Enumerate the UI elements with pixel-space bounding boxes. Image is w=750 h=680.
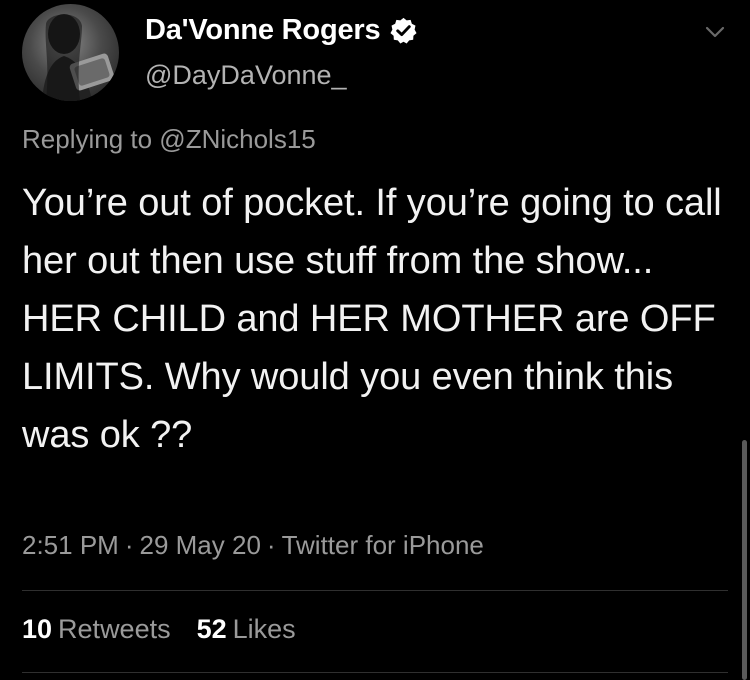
tweet-source[interactable]: Twitter for iPhone	[282, 530, 484, 560]
retweets-count: 10	[22, 614, 53, 644]
tweet[interactable]: Da'Vonne Rogers @DayDaVonne_ Replying to…	[0, 0, 750, 680]
divider	[22, 672, 728, 673]
verified-badge-icon	[390, 17, 417, 44]
author-handle[interactable]: @DayDaVonne_	[145, 60, 418, 91]
chevron-down-icon[interactable]	[702, 22, 728, 42]
tweet-text: You’re out of pocket. If you’re going to…	[22, 182, 722, 456]
tweet-header: Da'Vonne Rogers @DayDaVonne_	[22, 4, 728, 104]
likes-count: 52	[196, 614, 227, 644]
display-name-row: Da'Vonne Rogers	[145, 12, 418, 48]
avatar[interactable]	[22, 4, 119, 101]
retweets-stat[interactable]: 10 Retweets	[22, 614, 171, 645]
tweet-time: 2:51 PM	[22, 530, 119, 560]
likes-label: Likes	[232, 614, 296, 644]
replying-to[interactable]: Replying to @ZNichols15	[22, 124, 316, 155]
display-name[interactable]: Da'Vonne Rogers	[145, 14, 381, 47]
meta-separator: ·	[124, 530, 134, 560]
divider	[22, 590, 728, 591]
scrollbar[interactable]	[742, 440, 747, 680]
meta-separator: ·	[266, 530, 276, 560]
tweet-stats: 10 Retweets 52 Likes	[22, 614, 322, 645]
tweet-metadata: 2:51 PM · 29 May 20 · Twitter for iPhone	[22, 530, 484, 561]
likes-stat[interactable]: 52 Likes	[197, 614, 296, 645]
tweet-date: 29 May 20	[139, 530, 261, 560]
retweets-label: Retweets	[58, 614, 171, 644]
author-names: Da'Vonne Rogers @DayDaVonne_	[145, 12, 418, 91]
